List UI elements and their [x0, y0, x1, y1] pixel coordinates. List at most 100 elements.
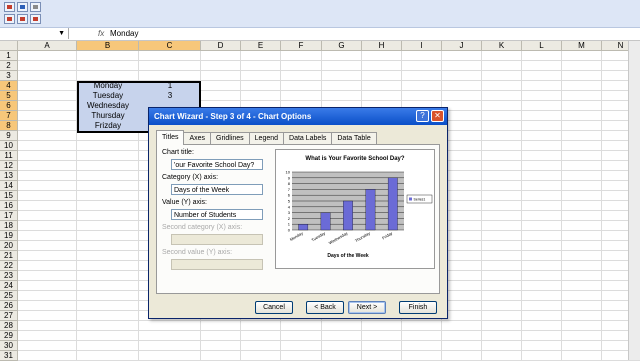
back-button[interactable]: < Back: [306, 301, 344, 314]
y-tick-label: 7: [288, 187, 291, 192]
row-header-7[interactable]: 7: [0, 111, 18, 121]
help-button[interactable]: ?: [416, 110, 429, 122]
row-header-26[interactable]: 26: [0, 301, 18, 311]
row-header-23[interactable]: 23: [0, 271, 18, 281]
second-category-axis-label: Second category (X) axis:: [162, 224, 243, 231]
row-header-29[interactable]: 29: [0, 331, 18, 341]
row-header-10[interactable]: 10: [0, 141, 18, 151]
row-header-16[interactable]: 16: [0, 201, 18, 211]
redo-icon[interactable]: [17, 2, 28, 12]
row-header-5[interactable]: 5: [0, 91, 18, 101]
gridline: [18, 350, 640, 351]
select-all-corner[interactable]: [0, 41, 18, 51]
formula-input[interactable]: Monday: [110, 29, 138, 38]
dialog-title[interactable]: Chart Wizard - Step 3 of 4 - Chart Optio…: [149, 108, 447, 125]
chart-title-input[interactable]: 'our Favorite School Day?: [171, 159, 263, 170]
cell-b7[interactable]: Thursday: [77, 111, 139, 121]
cell-c4[interactable]: 1: [139, 81, 201, 91]
chart-preview: What is Your Favorite School Day? 0 1 2 3 4 5 6…: [275, 149, 435, 269]
row-header-9[interactable]: 9: [0, 131, 18, 141]
gridline: [18, 70, 640, 71]
row-header-25[interactable]: 25: [0, 291, 18, 301]
cell-c5[interactable]: 3: [139, 91, 201, 101]
column-header-j[interactable]: J: [442, 41, 482, 51]
column-header-e[interactable]: E: [241, 41, 281, 51]
y-tick-label: 1: [288, 222, 291, 227]
gridline: [18, 60, 640, 61]
chevron-down-icon[interactable]: ▼: [58, 30, 65, 37]
chart-title: What is Your Favorite School Day?: [305, 156, 404, 162]
row-header-1[interactable]: 1: [0, 51, 18, 61]
y-tick-label: 4: [288, 204, 291, 209]
y-tick-label: 6: [288, 193, 291, 198]
row-header-22[interactable]: 22: [0, 261, 18, 271]
toolbar-row-1: [4, 2, 41, 13]
column-header-c[interactable]: C: [139, 41, 201, 51]
cell-b8[interactable]: Frizday: [77, 121, 139, 131]
gridline: [18, 320, 640, 321]
row-header-17[interactable]: 17: [0, 211, 18, 221]
row-header-11[interactable]: 11: [0, 151, 18, 161]
gridline: [18, 330, 640, 331]
print-icon[interactable]: [30, 2, 41, 12]
vertical-scrollbar[interactable]: [628, 41, 640, 360]
x-tick-label: Thursday: [354, 231, 371, 244]
undo-icon[interactable]: [4, 2, 15, 12]
column-header-i[interactable]: I: [402, 41, 442, 51]
gridline: [601, 51, 602, 360]
row-header-2[interactable]: 2: [0, 61, 18, 71]
second-value-axis-label: Second value (Y) axis:: [162, 249, 233, 256]
row-header-6[interactable]: 6: [0, 101, 18, 111]
column-header-h[interactable]: H: [362, 41, 402, 51]
format-icon[interactable]: [30, 14, 41, 24]
format-icon[interactable]: [17, 14, 28, 24]
name-box[interactable]: ▼: [0, 28, 69, 39]
row-header-28[interactable]: 28: [0, 321, 18, 331]
row-header-12[interactable]: 12: [0, 161, 18, 171]
row-header-8[interactable]: 8: [0, 121, 18, 131]
x-tick-label: Friday: [381, 231, 393, 241]
column-header-l[interactable]: L: [522, 41, 562, 51]
column-header-m[interactable]: M: [562, 41, 602, 51]
row-header-18[interactable]: 18: [0, 221, 18, 231]
row-header-24[interactable]: 24: [0, 281, 18, 291]
second-value-axis-input: [171, 259, 263, 270]
chart-wizard-dialog: Chart Wizard - Step 3 of 4 - Chart Optio…: [148, 107, 448, 319]
row-header-15[interactable]: 15: [0, 191, 18, 201]
close-button[interactable]: ✕: [431, 110, 444, 122]
row-header-3[interactable]: 3: [0, 71, 18, 81]
chart-title-label: Chart title:: [162, 149, 194, 156]
row-header-21[interactable]: 21: [0, 251, 18, 261]
function-icon[interactable]: fx: [98, 29, 104, 38]
row-header-20[interactable]: 20: [0, 241, 18, 251]
chart-bar: [365, 189, 376, 231]
x-tick-label: Monday: [289, 231, 304, 242]
category-axis-input[interactable]: Days of the Week: [171, 184, 263, 195]
column-header-a[interactable]: A: [18, 41, 77, 51]
column-header-d[interactable]: D: [201, 41, 241, 51]
row-header-19[interactable]: 19: [0, 231, 18, 241]
gridline: [18, 340, 640, 341]
value-axis-input[interactable]: Number of Students: [171, 209, 263, 220]
column-header-k[interactable]: K: [482, 41, 522, 51]
row-header-27[interactable]: 27: [0, 311, 18, 321]
finish-button[interactable]: Finish: [399, 301, 437, 314]
row-header-13[interactable]: 13: [0, 171, 18, 181]
y-tick-label: 0: [288, 228, 291, 233]
column-header-g[interactable]: G: [322, 41, 362, 51]
tab-titles[interactable]: Titles: [156, 130, 185, 145]
cell-b5[interactable]: Tuesday: [77, 91, 139, 101]
dialog-tabs: Titles Axes Gridlines Legend Data Labels…: [156, 130, 377, 145]
cancel-button[interactable]: Cancel: [255, 301, 293, 314]
x-axis-title: Days of the Week: [327, 253, 369, 259]
column-header-f[interactable]: F: [281, 41, 322, 51]
row-header-14[interactable]: 14: [0, 181, 18, 191]
value-axis-label: Value (Y) axis:: [162, 199, 207, 206]
row-header-4[interactable]: 4: [0, 81, 18, 91]
row-header-30[interactable]: 30: [0, 341, 18, 351]
cell-b6[interactable]: Wednesday: [77, 101, 139, 111]
next-button[interactable]: Next >: [348, 301, 386, 314]
cell-b4[interactable]: Monday: [77, 81, 139, 91]
column-header-b[interactable]: B: [77, 41, 139, 51]
format-icon[interactable]: [4, 14, 15, 24]
